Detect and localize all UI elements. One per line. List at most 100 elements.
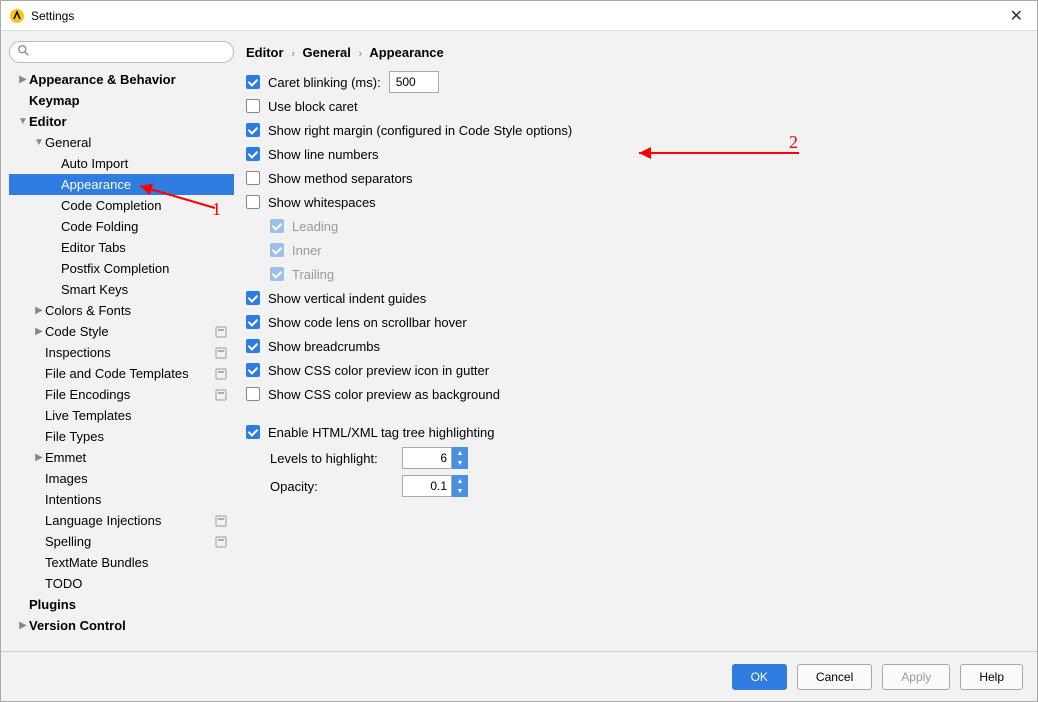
inner-row: Inner bbox=[246, 238, 1029, 262]
tree-item-emmet[interactable]: ▶Emmet bbox=[9, 447, 234, 468]
show-right-margin-checkbox[interactable] bbox=[246, 123, 260, 137]
tree-item-label: Intentions bbox=[45, 492, 228, 507]
opacity-input[interactable] bbox=[402, 475, 452, 497]
tree-item-images[interactable]: Images bbox=[9, 468, 234, 489]
breadcrumb-part: Appearance bbox=[369, 45, 443, 60]
levels-spin-buttons: ▲ ▼ bbox=[452, 447, 468, 469]
tree-item-textmate-bundles[interactable]: TextMate Bundles bbox=[9, 552, 234, 573]
levels-row: Levels to highlight: ▲ ▼ bbox=[246, 444, 1029, 472]
tree-item-appearance[interactable]: Appearance bbox=[9, 174, 234, 195]
caret-blinking-checkbox[interactable] bbox=[246, 75, 260, 89]
show-breadcrumbs-label: Show breadcrumbs bbox=[268, 339, 380, 354]
content-area: ▶Appearance & BehaviorKeymap▼Editor▼Gene… bbox=[1, 31, 1037, 651]
tree-item-label: General bbox=[45, 135, 228, 150]
chevron-down-icon: ▼ bbox=[33, 137, 45, 148]
spin-up-icon[interactable]: ▲ bbox=[453, 448, 467, 458]
spin-down-icon[interactable]: ▼ bbox=[453, 486, 467, 496]
trailing-row: Trailing bbox=[246, 262, 1029, 286]
tree-item-intentions[interactable]: Intentions bbox=[9, 489, 234, 510]
opacity-spin-buttons: ▲ ▼ bbox=[452, 475, 468, 497]
tree-item-general[interactable]: ▼General bbox=[9, 132, 234, 153]
tree-item-language-injections[interactable]: Language Injections bbox=[9, 510, 234, 531]
tree-item-label: File Types bbox=[45, 429, 228, 444]
tree-item-version-control[interactable]: ▶Version Control bbox=[9, 615, 234, 636]
tree-item-editor[interactable]: ▼Editor bbox=[9, 111, 234, 132]
caret-blinking-label: Caret blinking (ms): bbox=[268, 75, 381, 90]
sidebar: ▶Appearance & BehaviorKeymap▼Editor▼Gene… bbox=[9, 39, 234, 651]
tree-item-spelling[interactable]: Spelling bbox=[9, 531, 234, 552]
project-scope-icon bbox=[214, 388, 228, 402]
tree-item-appearance-behavior[interactable]: ▶Appearance & Behavior bbox=[9, 69, 234, 90]
enable-html-xml-label: Enable HTML/XML tag tree highlighting bbox=[268, 425, 494, 440]
tree-item-label: Spelling bbox=[45, 534, 214, 549]
tree-item-editor-tabs[interactable]: Editor Tabs bbox=[9, 237, 234, 258]
tree-item-label: Postfix Completion bbox=[61, 261, 228, 276]
tree-item-label: Code Completion bbox=[61, 198, 228, 213]
tree-item-file-and-code-templates[interactable]: File and Code Templates bbox=[9, 363, 234, 384]
tree-item-code-folding[interactable]: Code Folding bbox=[9, 216, 234, 237]
spin-down-icon[interactable]: ▼ bbox=[453, 458, 467, 468]
annotation-number-1: 1 bbox=[212, 199, 221, 220]
levels-spinner: ▲ ▼ bbox=[402, 447, 468, 469]
tree-item-label: Editor Tabs bbox=[61, 240, 228, 255]
tree-item-colors-fonts[interactable]: ▶Colors & Fonts bbox=[9, 300, 234, 321]
inner-label: Inner bbox=[292, 243, 322, 258]
chevron-down-icon: ▼ bbox=[17, 116, 29, 127]
tree-item-live-templates[interactable]: Live Templates bbox=[9, 405, 234, 426]
show-css-bg-row: Show CSS color preview as background bbox=[246, 382, 1029, 406]
close-icon[interactable]: ✕ bbox=[1004, 6, 1029, 26]
tree-item-smart-keys[interactable]: Smart Keys bbox=[9, 279, 234, 300]
show-css-bg-checkbox[interactable] bbox=[246, 387, 260, 401]
project-scope-icon bbox=[214, 535, 228, 549]
show-css-gutter-checkbox[interactable] bbox=[246, 363, 260, 377]
tree-item-plugins[interactable]: Plugins bbox=[9, 594, 234, 615]
tree-item-label: File and Code Templates bbox=[45, 366, 214, 381]
show-method-separators-checkbox[interactable] bbox=[246, 171, 260, 185]
show-css-gutter-label: Show CSS color preview icon in gutter bbox=[268, 363, 489, 378]
tree-item-label: Images bbox=[45, 471, 228, 486]
tree-item-file-encodings[interactable]: File Encodings bbox=[9, 384, 234, 405]
enable-html-xml-checkbox[interactable] bbox=[246, 425, 260, 439]
tree-item-file-types[interactable]: File Types bbox=[9, 426, 234, 447]
spin-up-icon[interactable]: ▲ bbox=[453, 476, 467, 486]
chevron-right-icon: › bbox=[291, 48, 295, 60]
tree-item-label: Inspections bbox=[45, 345, 214, 360]
show-method-separators-label: Show method separators bbox=[268, 171, 413, 186]
tree-item-label: TextMate Bundles bbox=[45, 555, 228, 570]
show-breadcrumbs-checkbox[interactable] bbox=[246, 339, 260, 353]
show-line-numbers-checkbox[interactable] bbox=[246, 147, 260, 161]
show-whitespaces-checkbox[interactable] bbox=[246, 195, 260, 209]
annotation-number-2: 2 bbox=[789, 132, 798, 153]
levels-input[interactable] bbox=[402, 447, 452, 469]
show-right-margin-label: Show right margin (configured in Code St… bbox=[268, 123, 572, 138]
show-vertical-indent-checkbox[interactable] bbox=[246, 291, 260, 305]
chevron-right-icon: ▶ bbox=[33, 326, 45, 337]
breadcrumb: Editor › General › Appearance bbox=[244, 39, 1029, 70]
use-block-caret-checkbox[interactable] bbox=[246, 99, 260, 113]
chevron-right-icon: ▶ bbox=[17, 74, 29, 85]
tree-item-postfix-completion[interactable]: Postfix Completion bbox=[9, 258, 234, 279]
show-code-lens-checkbox[interactable] bbox=[246, 315, 260, 329]
tree-item-label: TODO bbox=[45, 576, 228, 591]
tree-item-code-completion[interactable]: Code Completion bbox=[9, 195, 234, 216]
tree-item-label: Version Control bbox=[29, 618, 228, 633]
show-method-separators-row: Show method separators bbox=[246, 166, 1029, 190]
tree-item-label: Code Style bbox=[45, 324, 214, 339]
tree-item-code-style[interactable]: ▶Code Style bbox=[9, 321, 234, 342]
apply-button[interactable]: Apply bbox=[882, 664, 950, 690]
window-title: Settings bbox=[31, 9, 1004, 23]
help-button[interactable]: Help bbox=[960, 664, 1023, 690]
opacity-spinner: ▲ ▼ bbox=[402, 475, 468, 497]
ok-button[interactable]: OK bbox=[732, 664, 787, 690]
tree-item-label: Smart Keys bbox=[61, 282, 228, 297]
search-input[interactable] bbox=[9, 41, 234, 63]
settings-window: Settings ✕ ▶Appearance & BehaviorKeymap▼… bbox=[0, 0, 1038, 702]
caret-blinking-input[interactable] bbox=[389, 71, 439, 93]
tree-item-inspections[interactable]: Inspections bbox=[9, 342, 234, 363]
chevron-right-icon: › bbox=[359, 48, 363, 60]
cancel-button[interactable]: Cancel bbox=[797, 664, 872, 690]
tree-item-keymap[interactable]: Keymap bbox=[9, 90, 234, 111]
tree-item-todo[interactable]: TODO bbox=[9, 573, 234, 594]
tree-item-auto-import[interactable]: Auto Import bbox=[9, 153, 234, 174]
use-block-caret-row: Use block caret bbox=[246, 94, 1029, 118]
